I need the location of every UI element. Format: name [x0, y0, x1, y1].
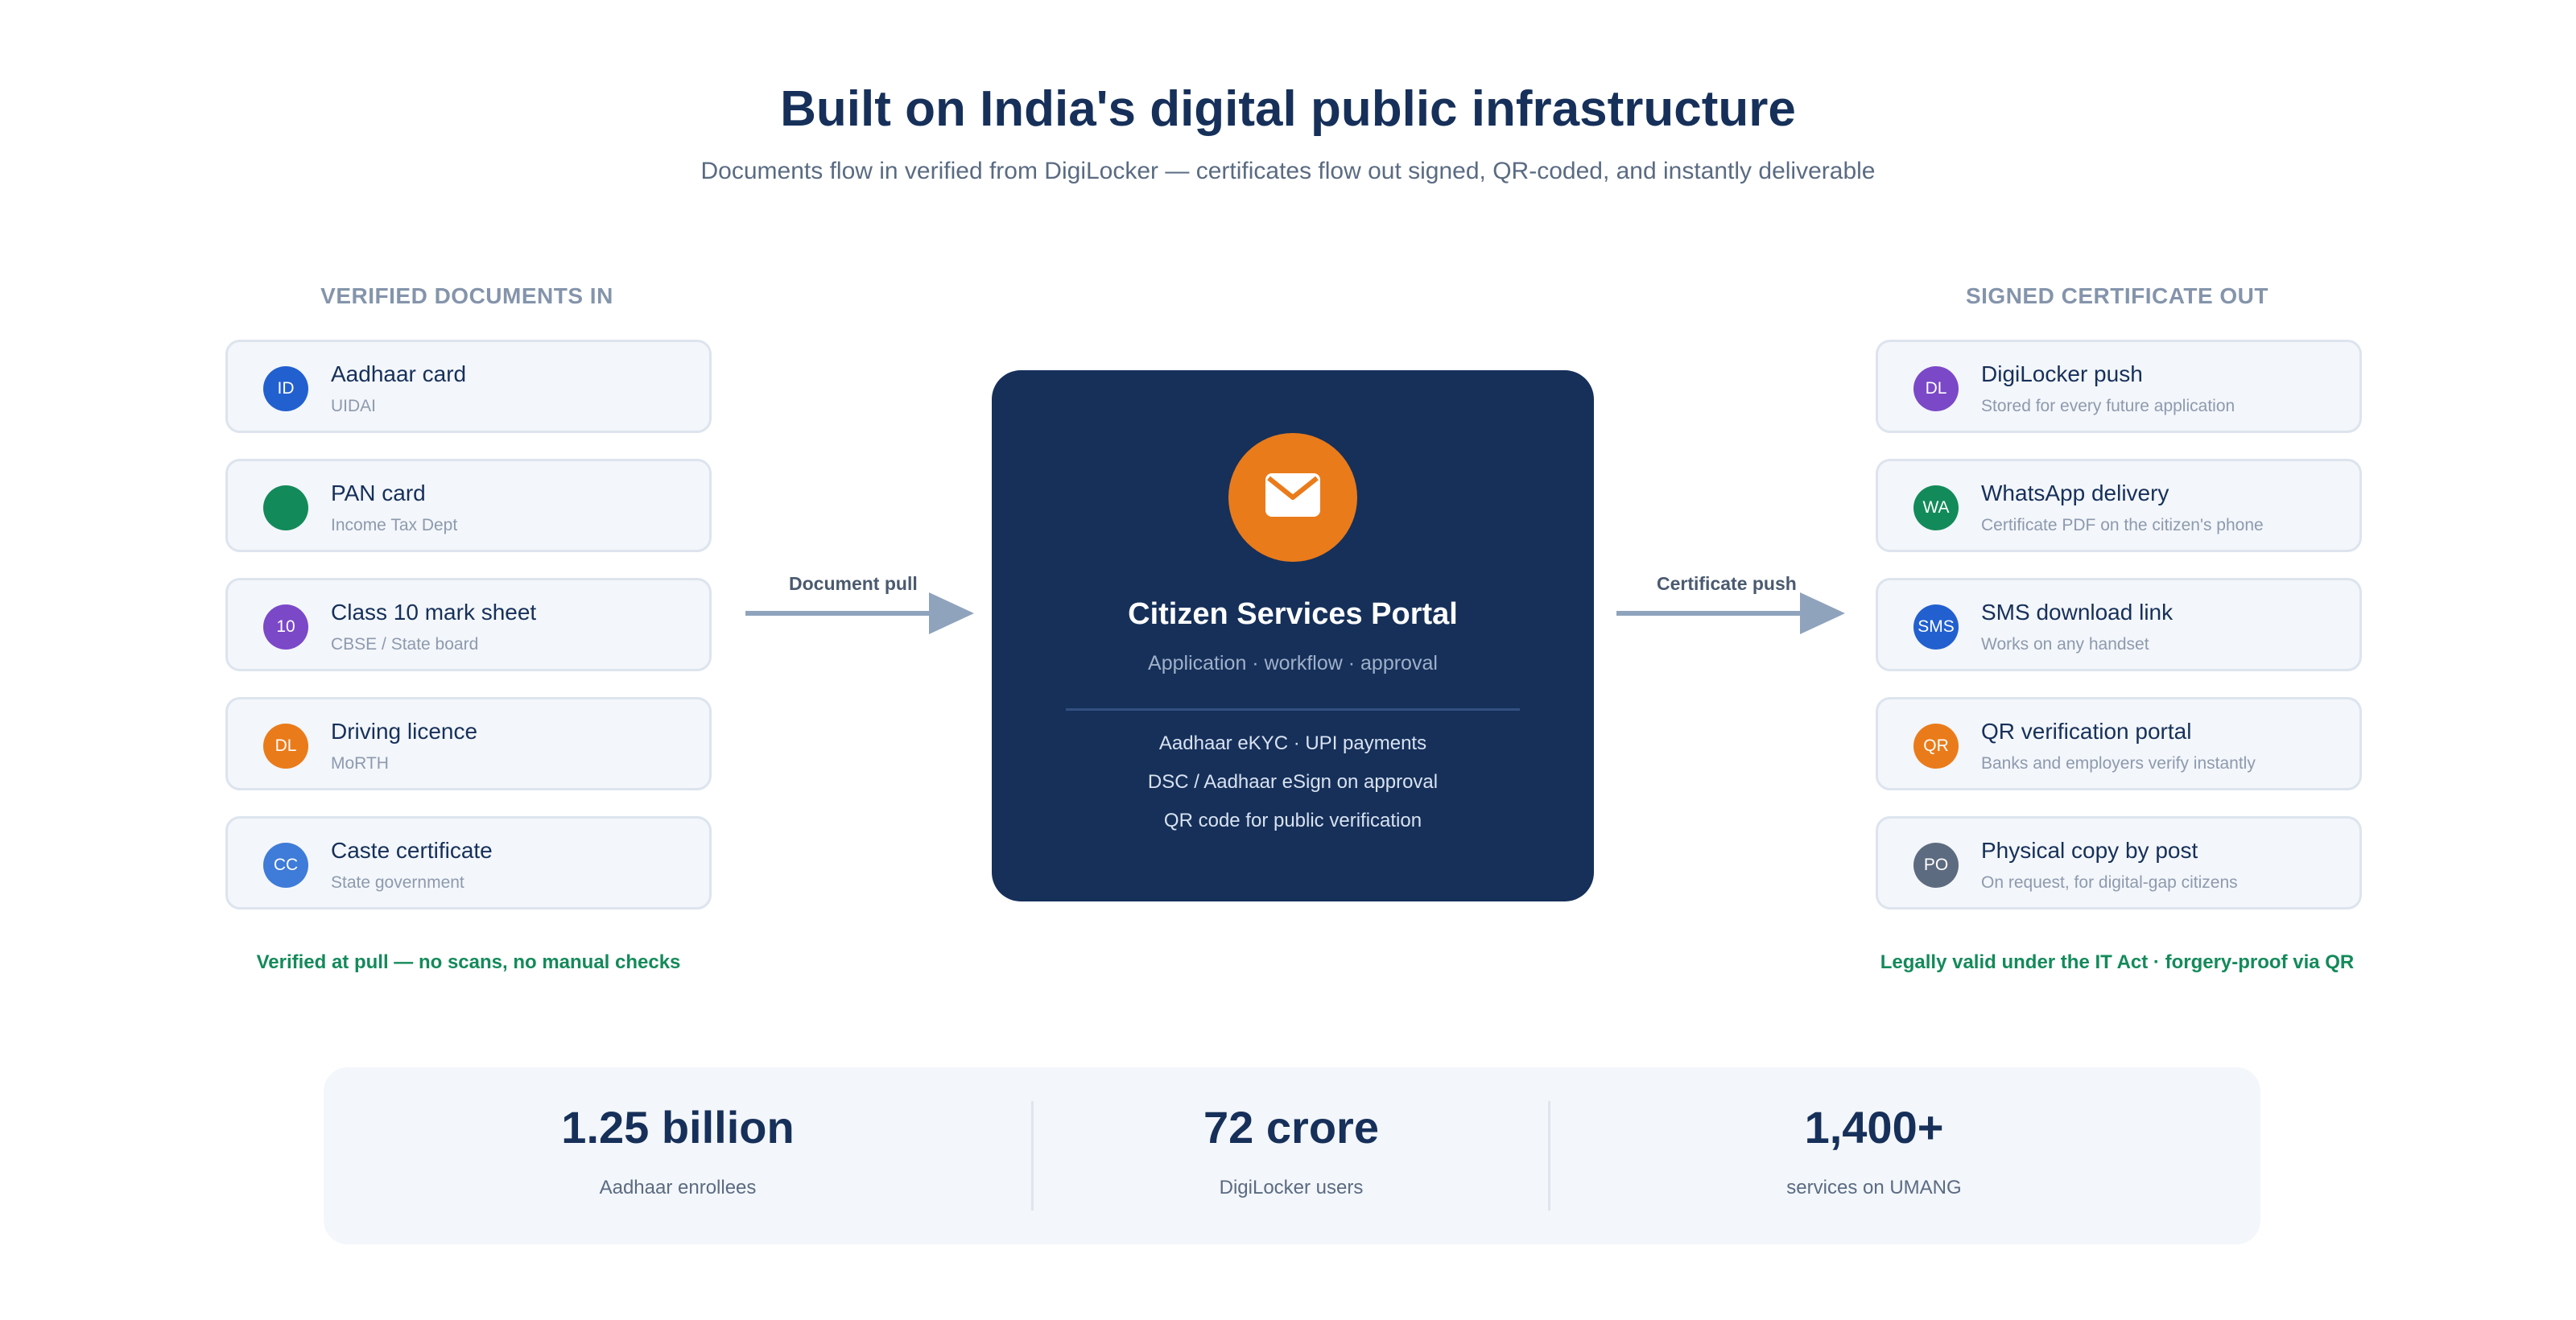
stat-label: services on UMANG — [1786, 1177, 1962, 1198]
input-card-pan: PAN card Income Tax Dept — [225, 459, 712, 552]
card-title: Aadhaar card — [331, 361, 467, 386]
digilocker-badge-icon: DL — [1913, 366, 1959, 411]
licence-badge-icon: DL — [263, 724, 308, 769]
card-title: Caste certificate — [331, 838, 493, 863]
card-title: Driving licence — [331, 719, 478, 744]
card-subtitle: Works on any handset — [1981, 635, 2149, 654]
stat-label: DigiLocker users — [1219, 1177, 1364, 1198]
stat-divider — [1548, 1101, 1550, 1211]
stat-aadhaar: 1.25 billion Aadhaar enrollees — [420, 1067, 935, 1244]
stat-value: 1,400+ — [1804, 1102, 1944, 1153]
caste-badge-icon: CC — [263, 843, 308, 888]
envelope-icon — [1228, 433, 1357, 562]
portal-tagline: Application · workflow · approval — [1148, 652, 1438, 674]
input-card-caste-certificate: CC Caste certificate State government — [225, 816, 712, 910]
stats-bar: 1.25 billion Aadhaar enrollees 72 crore … — [324, 1067, 2260, 1244]
portal-title: Citizen Services Portal — [1128, 597, 1458, 631]
card-subtitle: Certificate PDF on the citizen's phone — [1981, 516, 2264, 534]
card-title: PAN card — [331, 481, 426, 505]
card-subtitle: MoRTH — [331, 754, 389, 773]
output-card-digilocker: DL DigiLocker push Stored for every futu… — [1876, 340, 2362, 433]
document-pull-arrow-icon — [745, 592, 974, 634]
inputs-heading: VERIFIED DOCUMENTS IN — [320, 283, 613, 308]
card-subtitle: Banks and employers verify instantly — [1981, 754, 2256, 773]
stat-digilocker: 72 crore DigiLocker users — [1034, 1067, 1549, 1244]
card-subtitle: Income Tax Dept — [331, 516, 458, 534]
pan-badge-icon — [263, 485, 308, 530]
card-subtitle: On request, for digital-gap citizens — [1981, 873, 2238, 892]
input-card-driving-licence: DL Driving licence MoRTH — [225, 697, 712, 790]
portal-feature: DSC / Aadhaar eSign on approval — [1147, 771, 1439, 793]
citizen-services-portal: Citizen Services Portal Application · wo… — [992, 370, 1594, 901]
qr-badge-icon: QR — [1913, 724, 1959, 769]
post-badge-icon: PO — [1913, 843, 1959, 888]
aadhaar-badge-icon: ID — [263, 366, 308, 411]
page-title: Built on India's digital public infrastr… — [780, 81, 1796, 137]
stat-value: 72 crore — [1203, 1102, 1379, 1153]
card-subtitle: CBSE / State board — [331, 635, 479, 654]
input-card-marksheet: 10 Class 10 mark sheet CBSE / State boar… — [225, 578, 712, 671]
card-subtitle: State government — [331, 873, 464, 892]
output-card-qr-portal: QR QR verification portal Banks and empl… — [1876, 697, 2362, 790]
whatsapp-badge-icon: WA — [1913, 485, 1959, 530]
input-card-aadhaar: ID Aadhaar card UIDAI — [225, 340, 712, 433]
card-title: QR verification portal — [1981, 719, 2192, 744]
card-title: Physical copy by post — [1981, 838, 2198, 863]
output-card-post: PO Physical copy by post On request, for… — [1876, 816, 2362, 910]
card-subtitle: Stored for every future application — [1981, 397, 2235, 415]
portal-feature: QR code for public verification — [1163, 810, 1422, 831]
portal-feature: Aadhaar eKYC · UPI payments — [1158, 732, 1427, 754]
outputs-heading: SIGNED CERTIFICATE OUT — [1965, 283, 2269, 308]
stat-umang: 1,400+ services on UMANG — [1616, 1067, 2132, 1244]
card-subtitle: UIDAI — [331, 397, 377, 415]
stat-value: 1.25 billion — [561, 1102, 795, 1153]
inputs-footnote: Verified at pull — no scans, no manual c… — [256, 951, 681, 973]
page-subtitle: Documents flow in verified from DigiLock… — [700, 158, 1876, 184]
outputs-footnote: Legally valid under the IT Act · forgery… — [1880, 951, 2355, 973]
card-title: WhatsApp delivery — [1981, 481, 2169, 505]
card-title: SMS download link — [1981, 600, 2174, 625]
sms-badge-icon: SMS — [1913, 604, 1959, 650]
card-title: DigiLocker push — [1981, 361, 2143, 386]
stat-label: Aadhaar enrollees — [599, 1177, 757, 1198]
marksheet-badge-icon: 10 — [263, 604, 308, 650]
output-card-sms: SMS SMS download link Works on any hands… — [1876, 578, 2362, 671]
portal-divider — [1066, 708, 1520, 711]
certificate-push-arrow-icon — [1616, 592, 1845, 634]
card-title: Class 10 mark sheet — [331, 600, 537, 625]
output-card-whatsapp: WA WhatsApp delivery Certificate PDF on … — [1876, 459, 2362, 552]
